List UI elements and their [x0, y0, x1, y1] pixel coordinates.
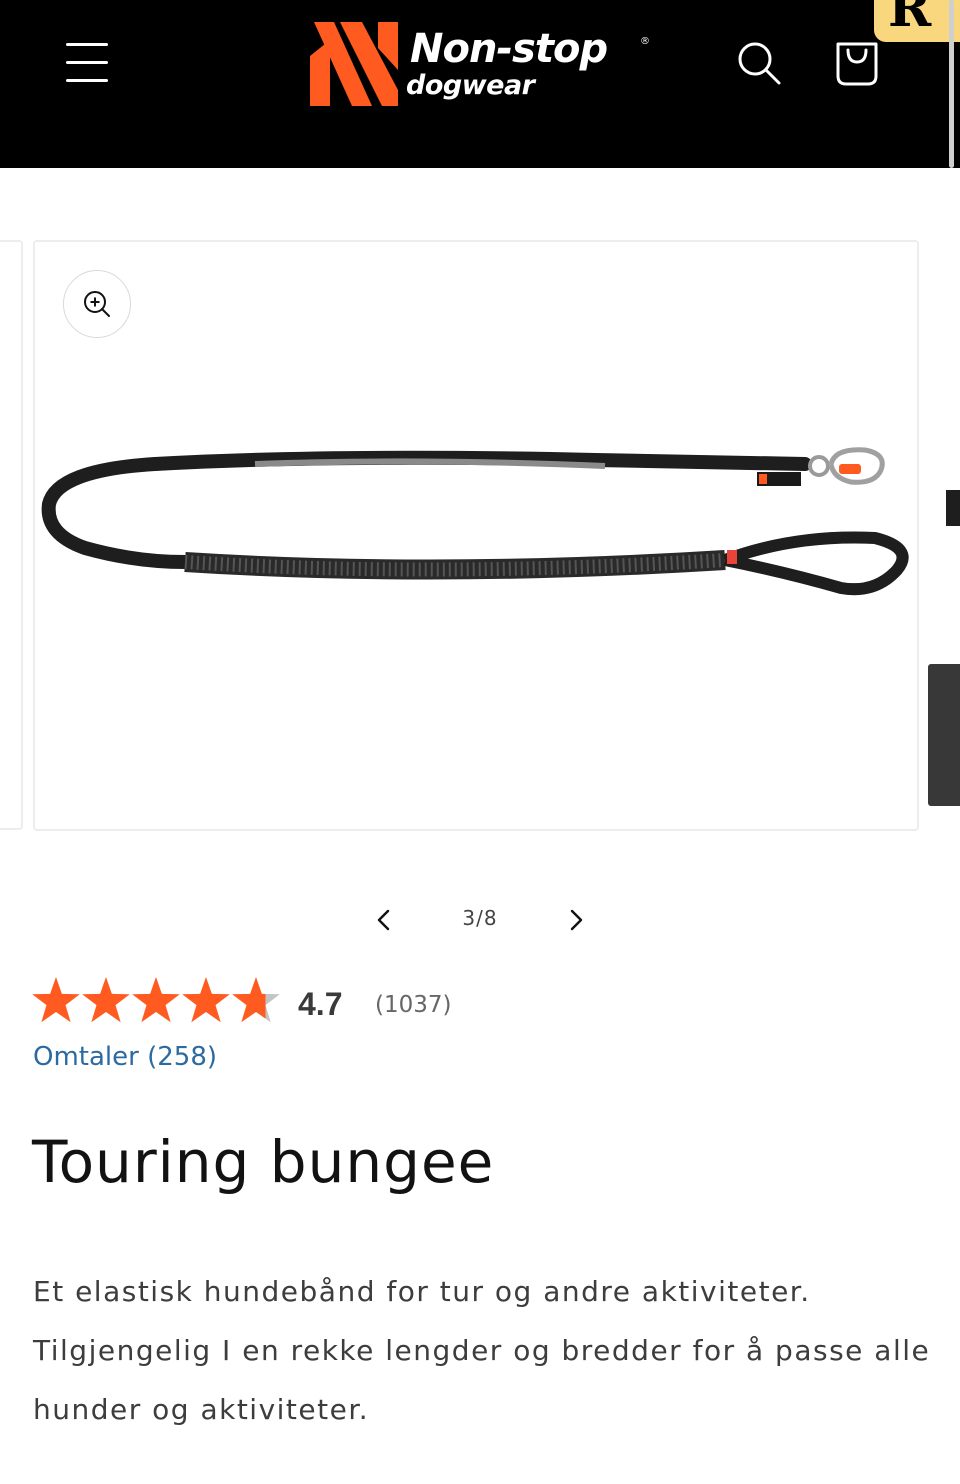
logo-text-sub: dogwear	[406, 70, 535, 101]
rating-star	[232, 977, 280, 1023]
rating-star	[182, 977, 230, 1023]
previous-slide-edge	[0, 240, 23, 830]
scrollbar[interactable]	[949, 0, 954, 168]
product-title: Touring bungee	[32, 1128, 495, 1196]
leash-image	[41, 447, 909, 596]
rating-value: 4.7	[298, 986, 343, 1022]
rating-count: (1037)	[375, 992, 452, 1018]
reviews-link[interactable]: Omtaler (258)	[33, 1042, 217, 1072]
menu-line	[66, 61, 108, 64]
logo-mark-icon	[310, 22, 398, 106]
rating-star	[132, 977, 180, 1023]
chevron-left-icon[interactable]	[364, 900, 404, 940]
rating-star	[32, 977, 80, 1023]
rating-stars	[32, 977, 280, 1023]
rating-star	[82, 977, 130, 1023]
side-feedback-tab[interactable]	[928, 664, 960, 806]
chevron-right-icon[interactable]	[556, 900, 596, 940]
site-logo[interactable]: Non-stop ® dogwear	[310, 18, 655, 110]
logo-text-brand: Non-stop	[410, 26, 608, 72]
slide-counter: 3/8	[462, 906, 498, 930]
shopping-bag-icon[interactable]	[830, 36, 884, 90]
site-header: Non-stop ® dogwear R	[0, 0, 960, 168]
menu-line	[66, 43, 108, 46]
product-image[interactable]	[33, 240, 919, 831]
zoom-in-icon[interactable]	[63, 270, 131, 338]
slider-controls: 3/8	[360, 892, 600, 948]
product-rating[interactable]: 4.7 (1037)	[32, 976, 632, 1032]
app-badge[interactable]: R	[874, 0, 960, 42]
next-slide-edge	[946, 490, 960, 526]
hamburger-menu-icon[interactable]	[62, 40, 112, 86]
logo-registered-mark: ®	[640, 36, 650, 47]
badge-glyph: R	[888, 0, 932, 39]
search-icon[interactable]	[734, 38, 784, 88]
menu-line	[66, 79, 108, 82]
product-description: Et elastisk hundebånd for tur og andre a…	[33, 1275, 931, 1426]
